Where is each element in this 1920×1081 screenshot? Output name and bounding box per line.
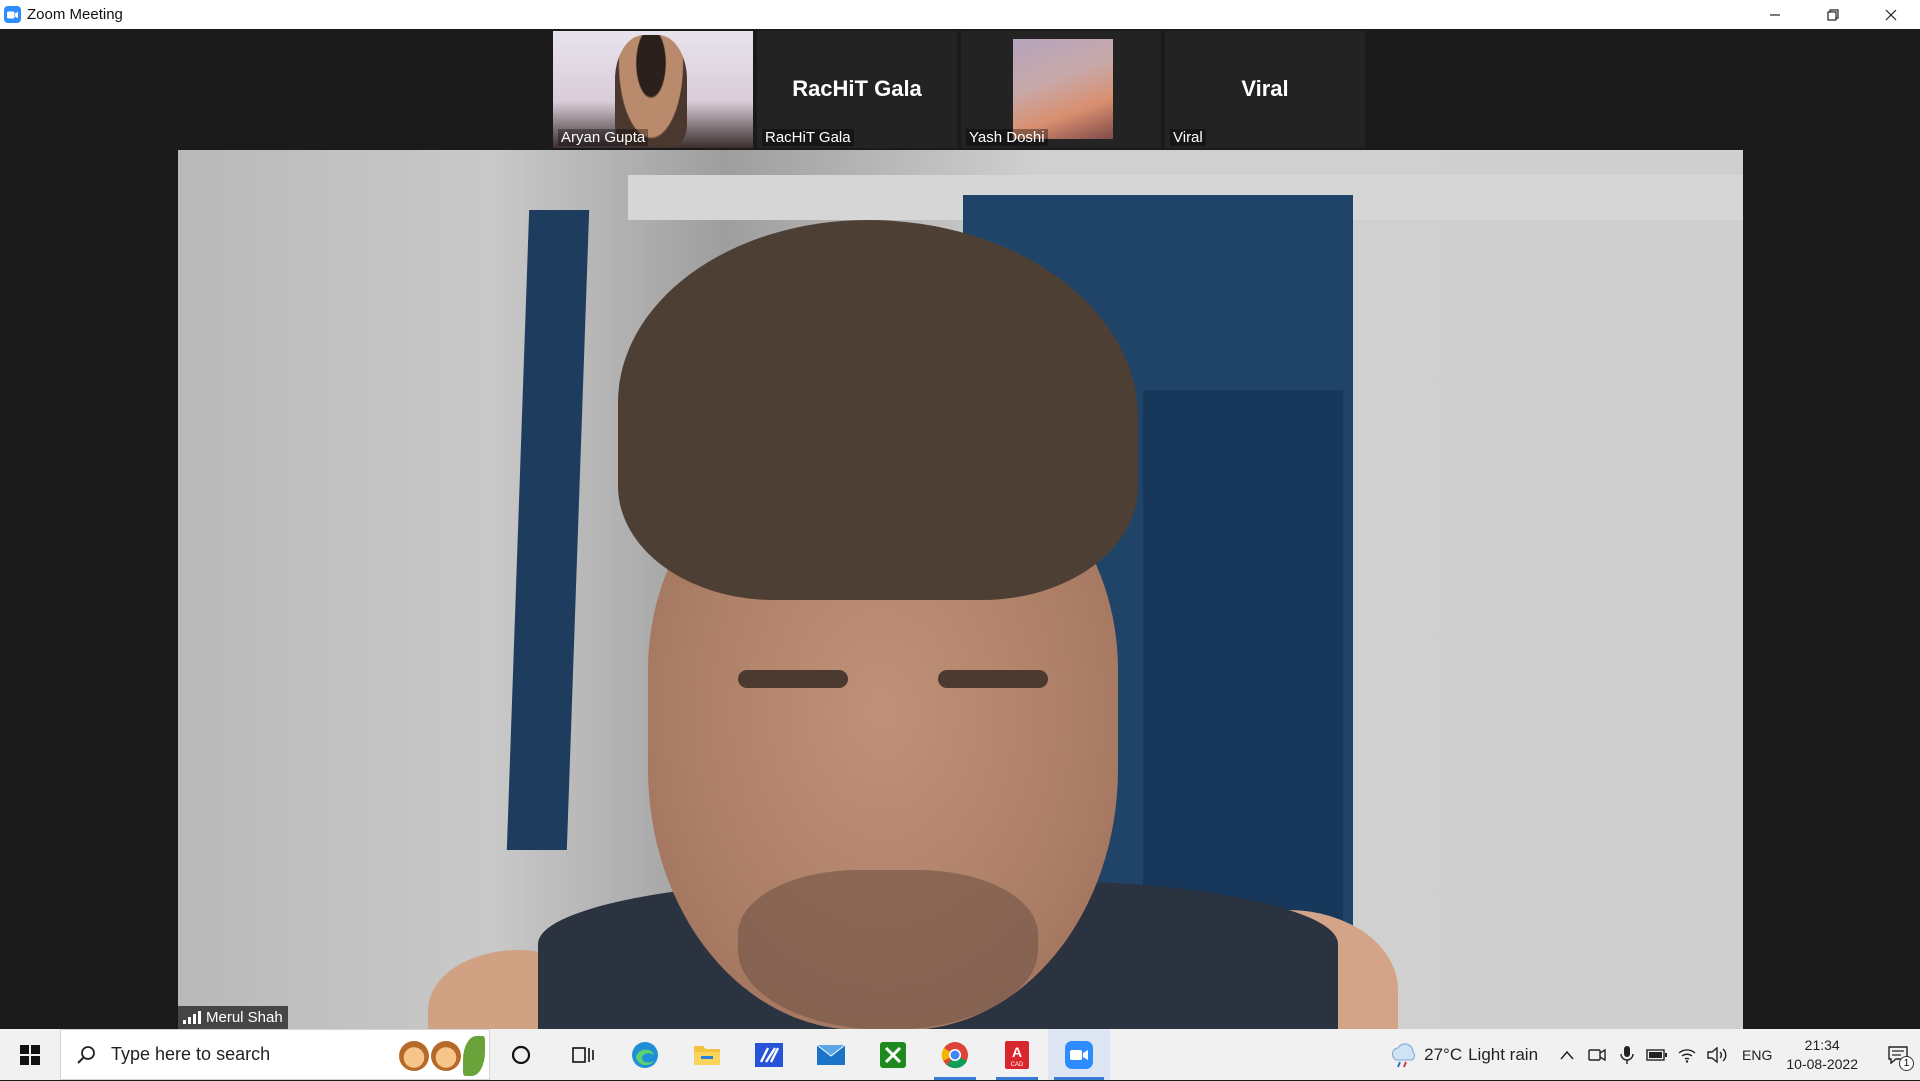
vs-code-icon [755, 1042, 783, 1067]
input-language-indicator[interactable]: ENG [1742, 1047, 1772, 1063]
weather-condition: Light rain [1468, 1044, 1539, 1064]
action-center-button[interactable]: 1 [1876, 1029, 1920, 1080]
participant-display-name: RacHiT Gala [792, 76, 922, 101]
participant-name-label: RacHiT Gala [762, 129, 854, 146]
chrome-icon [941, 1041, 968, 1068]
participant-name-label: Viral [1170, 129, 1206, 146]
task-view-button[interactable] [552, 1029, 614, 1080]
chevron-up-icon [1560, 1050, 1574, 1059]
close-button[interactable] [1862, 0, 1920, 29]
edge-button[interactable] [614, 1029, 676, 1080]
participant-display-name: Viral [1241, 76, 1289, 101]
restore-button[interactable] [1804, 0, 1862, 29]
weather-widget[interactable]: 27°C Light rain [1388, 1042, 1538, 1068]
svg-text:A: A [1012, 1044, 1022, 1060]
participant-name-label: Aryan Gupta [558, 129, 649, 146]
microphone-in-use-button[interactable] [1612, 1029, 1642, 1080]
network-button[interactable] [1672, 1029, 1702, 1080]
mail-icon [816, 1044, 846, 1065]
start-button[interactable] [0, 1029, 60, 1080]
autocad-button[interactable]: A CAD [986, 1029, 1048, 1080]
bear-illustration-icon [399, 1040, 429, 1071]
file-explorer-button[interactable] [676, 1029, 738, 1080]
search-placeholder: Type here to search [111, 1044, 271, 1064]
speaker-volume-icon [1707, 1046, 1727, 1063]
xbox-button[interactable] [862, 1029, 924, 1080]
task-view-icon [572, 1046, 594, 1063]
notification-count-badge: 1 [1899, 1056, 1914, 1071]
show-hidden-icons-button[interactable] [1552, 1029, 1582, 1080]
windows-logo-icon [20, 1044, 40, 1065]
window-title: Zoom Meeting [27, 6, 123, 23]
mail-button[interactable] [800, 1029, 862, 1080]
zoom-app-icon [4, 6, 21, 23]
restore-icon [1827, 8, 1839, 21]
system-tray: 27°C Light rain ENG 21:34 10-08-2022 1 [1388, 1029, 1920, 1080]
weather-temperature: 27°C [1424, 1044, 1463, 1064]
microphone-icon [1620, 1045, 1634, 1064]
meet-now-button[interactable] [1582, 1029, 1612, 1080]
volume-button[interactable] [1702, 1029, 1732, 1080]
rain-cloud-icon [1392, 1042, 1416, 1067]
participant-tile-yash-doshi[interactable]: Yash Doshi [961, 31, 1161, 148]
minimize-icon [1770, 13, 1780, 16]
cortana-icon [511, 1045, 531, 1064]
taskbar: Type here to search A CAD 27°C Light rai… [0, 1029, 1920, 1080]
svg-text:CAD: CAD [1011, 1062, 1024, 1068]
active-speaker-video[interactable] [178, 150, 1743, 1030]
search-icon [75, 1044, 97, 1066]
participant-tile-aryan-gupta[interactable]: Aryan Gupta [553, 31, 753, 148]
speaker-beard [738, 870, 1038, 1030]
camera-icon [1588, 1048, 1606, 1061]
minimize-button[interactable] [1746, 0, 1804, 29]
video-background [1143, 390, 1343, 950]
participant-tile-rachit-gala[interactable]: RacHiT Gala RacHiT Gala [757, 31, 957, 148]
leaf-illustration-icon [463, 1035, 485, 1076]
battery-icon [1646, 1048, 1668, 1061]
video-background [506, 210, 590, 850]
vs-code-button[interactable] [738, 1029, 800, 1080]
zoom-button[interactable] [1048, 1029, 1110, 1080]
xbox-icon [880, 1041, 906, 1068]
wifi-icon [1678, 1048, 1696, 1063]
battery-button[interactable] [1642, 1029, 1672, 1080]
bear-illustration-icon [431, 1040, 461, 1071]
meeting-area: Aryan Gupta RacHiT Gala RacHiT Gala Yash… [0, 29, 1920, 1030]
participant-tile-viral[interactable]: Viral Viral [1165, 31, 1365, 148]
edge-icon [632, 1041, 658, 1068]
clock-date: 10-08-2022 [1786, 1055, 1858, 1072]
search-highlight-illustration [397, 1030, 489, 1081]
speaker-brow [738, 670, 848, 688]
taskbar-search[interactable]: Type here to search [60, 1029, 490, 1080]
clock-time: 21:34 [1804, 1036, 1840, 1053]
cortana-button[interactable] [490, 1029, 552, 1080]
close-icon [1885, 9, 1897, 20]
title-bar: Zoom Meeting [0, 0, 1920, 29]
zoom-icon [1065, 1040, 1093, 1069]
file-explorer-icon [694, 1045, 720, 1065]
taskbar-clock[interactable]: 21:34 10-08-2022 [1786, 1036, 1858, 1074]
participant-avatar [1013, 39, 1113, 139]
speaker-brow [938, 670, 1048, 688]
participant-name-label: Yash Doshi [966, 129, 1048, 146]
active-speaker-label: Merul Shah [178, 1006, 288, 1029]
participant-strip: Aryan Gupta RacHiT Gala RacHiT Gala Yash… [553, 31, 1365, 148]
active-speaker-name: Merul Shah [206, 1009, 283, 1026]
autocad-icon: A CAD [1005, 1040, 1029, 1069]
connection-signal-icon [183, 1011, 201, 1024]
chrome-button[interactable] [924, 1029, 986, 1080]
